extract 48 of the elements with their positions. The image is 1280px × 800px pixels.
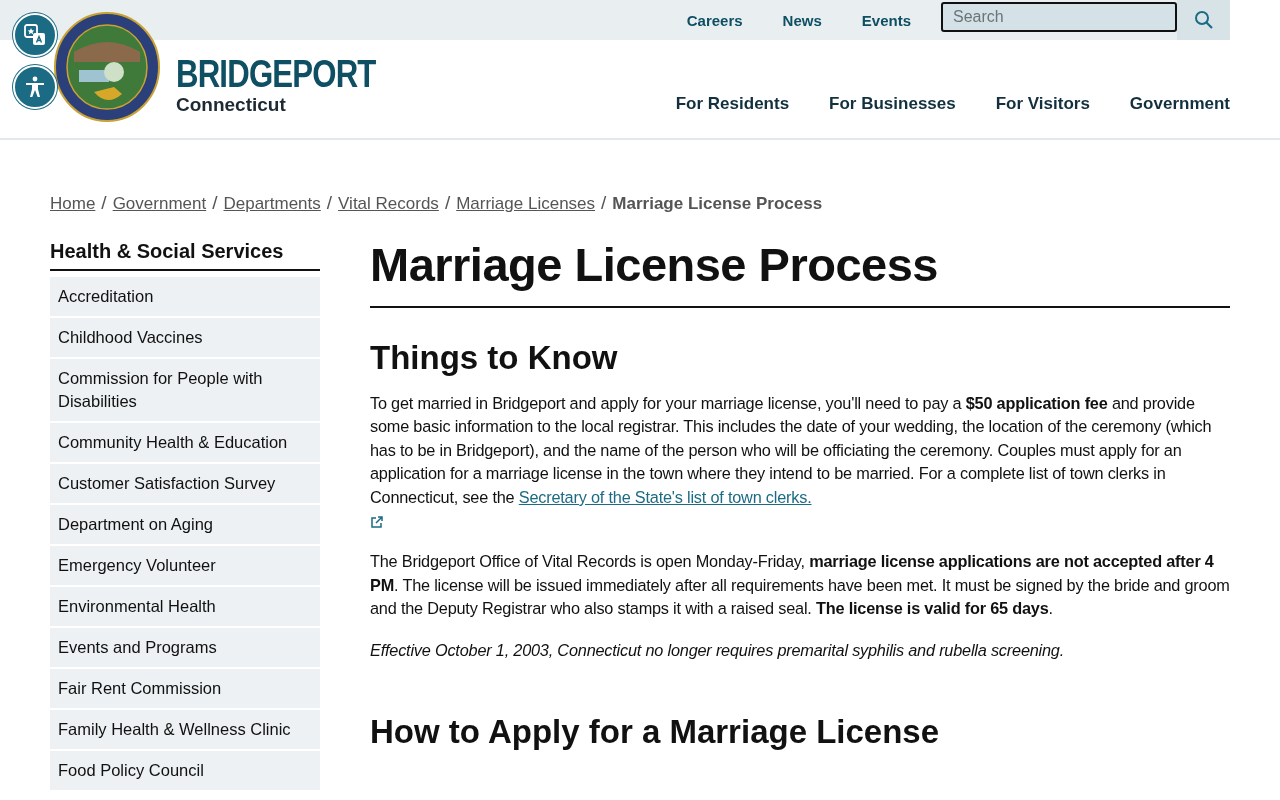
sidebar-item[interactable]: Fair Rent Commission — [50, 669, 320, 708]
sidebar-title: Health & Social Services — [50, 240, 320, 271]
breadcrumb-link[interactable]: Home — [50, 194, 96, 214]
translate-button[interactable] — [13, 13, 57, 57]
breadcrumb-link[interactable]: Government — [112, 194, 207, 214]
state-name: Connecticut — [176, 94, 287, 116]
sidebar-item[interactable]: Childhood Vaccines — [50, 318, 320, 357]
main-nav-link[interactable]: For Residents — [675, 94, 790, 114]
breadcrumb-link[interactable]: Marriage Licenses — [456, 194, 596, 214]
accessibility-button[interactable] — [13, 65, 57, 109]
breadcrumb-current: Marriage License Process — [612, 194, 823, 214]
breadcrumb-link[interactable]: Departments — [223, 194, 321, 214]
top-nav-link[interactable]: Careers — [686, 11, 743, 29]
accessibility-icon — [23, 75, 47, 99]
sidebar-item[interactable]: Community Health & Education — [50, 423, 320, 462]
external-link-icon — [370, 514, 384, 529]
breadcrumb-separator: / — [326, 192, 333, 214]
search-field[interactable]: Search — [941, 2, 1177, 32]
section-heading: Things to Know — [370, 338, 619, 378]
search-icon — [1193, 10, 1214, 30]
sidebar-item[interactable]: Commission for People with Disabilities — [50, 359, 320, 421]
breadcrumb-separator: / — [444, 192, 451, 214]
search-button[interactable] — [1177, 0, 1230, 40]
sidebar-item[interactable]: Accreditation — [50, 277, 320, 316]
text-link[interactable]: Secretary of the State's list of town clerks. — [518, 487, 812, 506]
main-nav-link[interactable]: For Businesses — [829, 94, 956, 114]
section-heading: How to Apply for a Marriage License — [370, 712, 941, 753]
sidebar-item[interactable]: Department on Aging — [50, 505, 320, 544]
city-name: BRIDGEPORT — [176, 54, 376, 94]
breadcrumb-link[interactable]: Vital Records — [338, 194, 439, 214]
sidebar-item[interactable]: Customer Satisfaction Survey — [50, 464, 320, 503]
breadcrumb-separator: / — [601, 192, 607, 214]
sidebar-item[interactable]: Food Policy Council — [50, 751, 320, 790]
sidebar-item[interactable]: Emergency Volunteer — [50, 546, 320, 585]
note-paragraph: Effective October 1, 2003, Connecticut no longer requires premarital syphilis and rubella screening. — [370, 639, 1066, 661]
top-nav-link[interactable]: News — [782, 11, 822, 29]
paragraph: The Bridgeport Office of Vital Records is open Monday-Friday, marriage license applications are not accepted after 4 PM. The license will be issued immediately after all requirements have been met. It must be signed by the bride and groom and the Deputy Registrar who also stamps it with a raised seal. The license is valid for 65 days. — [370, 551, 1230, 620]
sidebar-item[interactable]: Events and Programs — [50, 628, 320, 667]
breadcrumb-separator: / — [212, 192, 218, 214]
top-nav-link[interactable]: Events — [861, 11, 911, 29]
sidebar-item[interactable]: Family Health & Wellness Clinic — [50, 710, 320, 749]
page-title: Marriage License Process — [370, 240, 939, 293]
main-nav-link[interactable]: For Visitors — [995, 94, 1090, 114]
main-nav-link[interactable]: Government — [1129, 94, 1230, 114]
breadcrumb-separator: / — [101, 192, 107, 214]
translate-icon — [23, 23, 47, 47]
paragraph: To get married in Bridgeport and apply for your marriage license, you'll need to pay a $50 application fee and provide some basic information to the local registrar. This includes the date of your wedding, the location of the ceremony (which has to be in Bridgeport), and the name of the person who will be officiating the ceremony. Couples must apply for an application for a marriage license in the town where they intend to be married. For a complete list of town clerks in Connecticut, see the Secretary of the State's list of town clerks. — [370, 392, 1230, 533]
sidebar-item[interactable]: Environmental Health — [50, 587, 320, 626]
